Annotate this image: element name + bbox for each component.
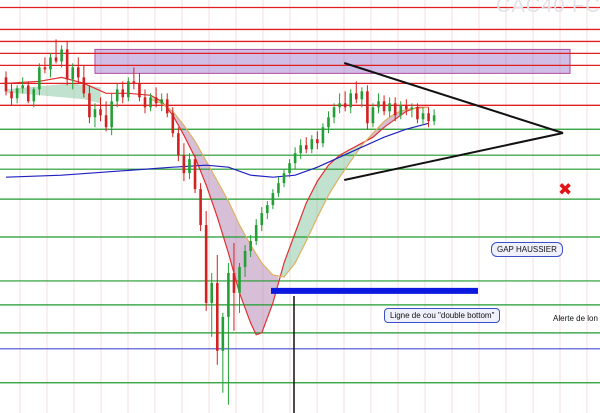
candle-body	[299, 145, 302, 154]
candle-body	[110, 101, 113, 128]
candle-body	[193, 159, 197, 190]
candle-body	[288, 163, 291, 174]
candle-body	[232, 272, 236, 293]
candle-body	[271, 193, 275, 206]
candle-body	[371, 107, 375, 124]
candle-body	[316, 139, 319, 144]
candle-body	[304, 145, 308, 150]
candle-body	[254, 225, 258, 242]
candle-body	[38, 67, 41, 90]
candle-body	[410, 107, 414, 110]
candle-body	[343, 103, 347, 108]
candle-body	[221, 316, 225, 351]
candle-body	[260, 213, 264, 226]
candle-body	[405, 105, 408, 110]
candle-body	[88, 93, 91, 118]
candle-body	[65, 49, 69, 80]
candle-body	[321, 127, 325, 144]
candle-body	[293, 153, 297, 164]
candle-body	[154, 97, 158, 104]
sell-cross-icon: ✖	[558, 180, 573, 200]
price-chart	[0, 0, 600, 413]
candle-body	[32, 89, 36, 102]
candle-body	[138, 83, 141, 98]
candle-body	[188, 159, 191, 174]
candle-body	[160, 99, 163, 104]
candle-body	[266, 205, 269, 214]
candle-body	[71, 67, 75, 80]
candle-body	[338, 103, 341, 108]
alert-label: Alerte de lon	[553, 314, 598, 323]
candle-body	[249, 241, 252, 252]
candle-body	[427, 113, 430, 122]
candle-body	[238, 266, 241, 293]
candle-body	[10, 91, 13, 99]
candle-body	[182, 155, 186, 174]
candle-body	[4, 77, 8, 92]
candle-body	[121, 89, 125, 98]
candle-body	[199, 189, 202, 226]
candle-body	[210, 282, 214, 303]
candle-body	[204, 225, 208, 303]
candle-body	[243, 251, 247, 267]
candle-body	[15, 88, 19, 99]
candle-body	[93, 109, 97, 118]
candle-body	[310, 139, 314, 150]
candle-body	[26, 85, 30, 102]
candle-body	[115, 89, 119, 102]
candle-body	[393, 103, 397, 116]
gap-haussier-label: GAP HAUSSIER	[491, 242, 563, 257]
candle-body	[60, 49, 63, 62]
candle-body	[21, 85, 24, 89]
double-bottom-label: Ligne de cou "double bottom"	[384, 308, 501, 323]
candle-body	[165, 99, 169, 114]
candle-body	[349, 93, 353, 108]
candle-body	[177, 133, 180, 156]
candle-body	[377, 101, 380, 108]
candle-body	[99, 109, 102, 116]
candle-body	[277, 183, 280, 194]
candle-body	[82, 77, 86, 94]
candle-body	[127, 81, 130, 98]
candle-body	[54, 57, 58, 62]
candle-body	[149, 97, 152, 108]
candle-body	[388, 103, 391, 112]
candle-body	[43, 67, 47, 70]
candle-body	[366, 91, 369, 124]
candle-body	[132, 81, 136, 84]
candle-body	[360, 91, 364, 100]
candle-body	[282, 173, 286, 184]
candle-body	[215, 282, 219, 351]
candle-body	[171, 113, 175, 134]
candle-body	[416, 107, 419, 120]
candle-body	[421, 113, 425, 120]
candle-body	[49, 57, 52, 70]
candle-body	[399, 105, 403, 116]
candle-body	[327, 117, 330, 128]
candle-body	[354, 93, 358, 100]
candle-body	[332, 107, 336, 118]
candle-body	[432, 115, 436, 122]
bull-fill	[281, 141, 365, 277]
candle-body	[227, 272, 230, 317]
candle-body	[104, 115, 108, 128]
candle-body	[143, 97, 147, 108]
candle-body	[76, 67, 80, 78]
chart-title: CAC40 FC	[496, 0, 600, 17]
candle-body	[382, 101, 386, 112]
